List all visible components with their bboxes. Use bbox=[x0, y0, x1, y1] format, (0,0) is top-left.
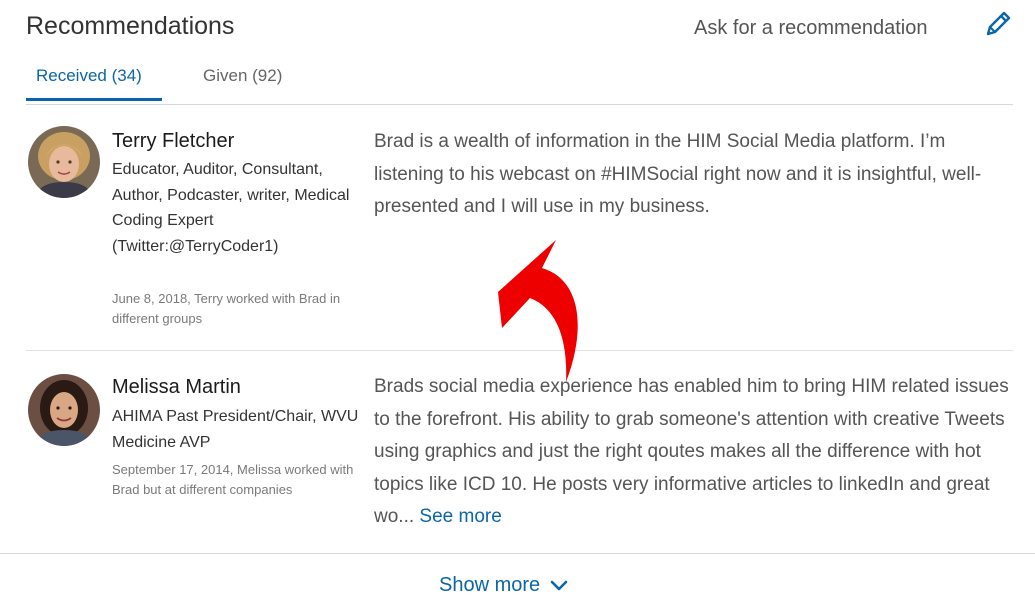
pencil-icon[interactable] bbox=[982, 8, 1014, 40]
recommendation-item: Melissa Martin AHIMA Past President/Chai… bbox=[26, 350, 1013, 553]
recommender-headline: AHIMA Past President/Chair, WVU Medicine… bbox=[112, 408, 359, 451]
tab-given[interactable]: Given (92) bbox=[203, 66, 282, 86]
active-tab-indicator bbox=[26, 98, 162, 101]
see-more-link[interactable]: See more bbox=[419, 506, 501, 527]
recommendation-meta: September 17, 2014, Melissa worked with … bbox=[112, 462, 354, 497]
recommendation-text-body: Brads social media experience has enable… bbox=[374, 376, 1009, 527]
recommendations-header: Recommendations Ask for a recommendation bbox=[0, 0, 1035, 60]
avatar[interactable] bbox=[28, 126, 100, 198]
recommendation-item: Terry Fletcher Educator, Auditor, Consul… bbox=[26, 104, 1013, 351]
recommendation-meta: June 8, 2018, Terry worked with Brad in … bbox=[112, 291, 341, 326]
recommendation-text: Brad is a wealth of information in the H… bbox=[374, 131, 982, 217]
section-title: Recommendations bbox=[26, 12, 235, 40]
recommender-headline: Educator, Auditor, Consultant, Author, P… bbox=[112, 161, 350, 255]
recommender-name[interactable]: Melissa Martin bbox=[112, 376, 241, 399]
show-more-button[interactable]: Show more bbox=[439, 574, 568, 597]
show-more-label: Show more bbox=[439, 574, 541, 596]
tab-received[interactable]: Received (34) bbox=[36, 66, 142, 86]
recommendation-tabs: Received (34) Given (92) bbox=[26, 60, 1013, 105]
ask-for-recommendation-link[interactable]: Ask for a recommendation bbox=[694, 17, 927, 40]
recommendation-text: Brads social media experience has enable… bbox=[374, 371, 1010, 534]
divider bbox=[0, 553, 1035, 554]
chevron-down-icon bbox=[550, 580, 568, 591]
recommender-name[interactable]: Terry Fletcher bbox=[112, 130, 234, 153]
avatar[interactable] bbox=[28, 374, 100, 446]
